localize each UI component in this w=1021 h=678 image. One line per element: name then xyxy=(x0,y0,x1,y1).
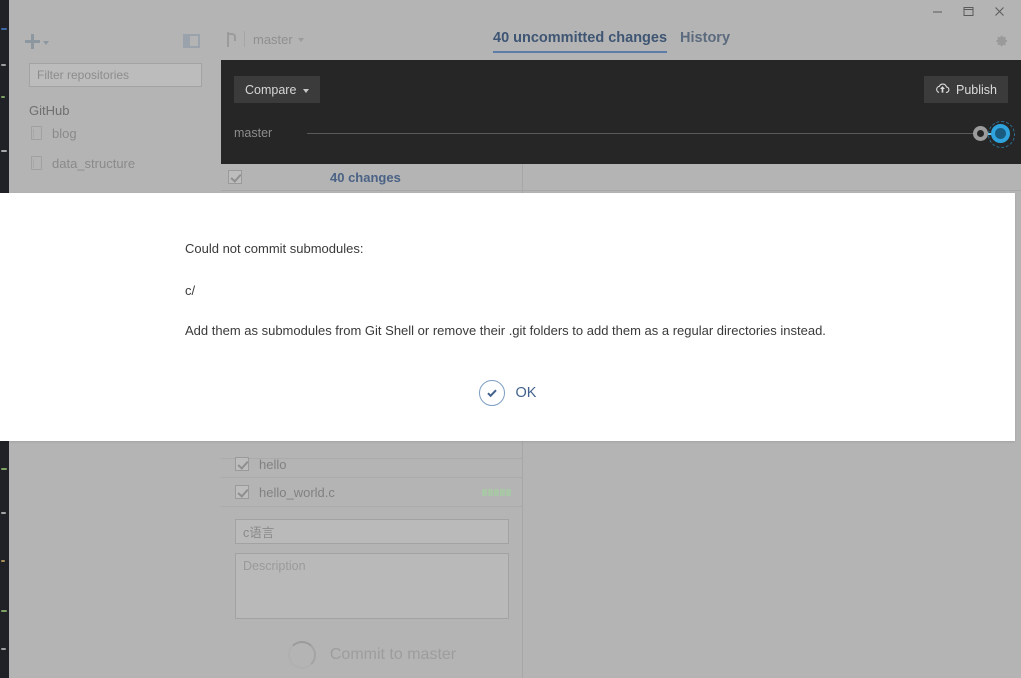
commit-form: c语言 Description Commit to master xyxy=(221,507,522,669)
commit-graph-panel: Compare Publish master xyxy=(221,60,1021,164)
submodule-error-dialog: Could not commit submodules: c/ Add them… xyxy=(0,193,1015,441)
gear-icon[interactable] xyxy=(993,33,1009,49)
diff-indicator xyxy=(482,489,511,496)
window-controls xyxy=(922,0,1015,22)
chevron-down-icon xyxy=(297,38,304,42)
file-checkbox[interactable] xyxy=(235,457,249,471)
chevron-down-icon xyxy=(43,40,49,45)
file-checkbox[interactable] xyxy=(235,485,249,499)
commit-description-input[interactable]: Description xyxy=(235,553,509,619)
commit-node-current[interactable] xyxy=(988,121,1015,148)
close-icon[interactable] xyxy=(984,0,1015,22)
spinner-icon xyxy=(287,641,316,669)
app-root: Filter repositories GitHub blog data_str… xyxy=(0,0,1021,678)
sidebar-group-title: GitHub xyxy=(29,103,70,118)
plus-icon xyxy=(25,33,40,49)
commit-summary-input[interactable]: c语言 xyxy=(235,519,509,544)
commit-button-label: Commit to master xyxy=(329,646,457,663)
tab-uncommitted-changes[interactable]: 40 uncommitted changes xyxy=(493,30,668,53)
sidebar-toggle-icon[interactable] xyxy=(183,34,200,48)
graph-branch-row: master xyxy=(221,121,1021,152)
file-name-label: hello xyxy=(259,456,287,472)
commit-node-previous[interactable] xyxy=(973,126,988,141)
title-bar xyxy=(9,0,1021,22)
sidebar-item-label: data_structure xyxy=(52,155,136,171)
ok-button-label: OK xyxy=(515,384,537,401)
content-tabs: 40 uncommitted changes History xyxy=(493,30,730,53)
filter-repositories-placeholder: Filter repositories xyxy=(37,68,130,82)
filter-repositories-input[interactable]: Filter repositories xyxy=(29,63,202,87)
add-repository-button[interactable] xyxy=(25,33,49,49)
changes-list-header: 40 changes xyxy=(221,164,1021,191)
commit-to-master-button[interactable]: Commit to master xyxy=(235,641,509,669)
chevron-down-icon xyxy=(303,88,310,93)
branch-icon xyxy=(226,31,236,47)
dialog-actions: OK xyxy=(0,379,1015,406)
compare-button[interactable]: Compare xyxy=(234,76,321,103)
graph-branch-line xyxy=(307,133,977,134)
dialog-body: Could not commit submodules: c/ Add them… xyxy=(0,193,1015,406)
compare-button-label: Compare xyxy=(245,82,297,97)
dialog-submodule-path: c/ xyxy=(185,282,196,298)
content-topbar: master 40 uncommitted changes History xyxy=(212,22,1021,60)
repo-icon xyxy=(31,126,42,140)
dialog-message-detail: Add them as submodules from Git Shell or… xyxy=(185,323,826,339)
cloud-upload-icon xyxy=(935,82,950,98)
dialog-message-title: Could not commit submodules: xyxy=(185,241,364,256)
select-all-checkbox[interactable] xyxy=(228,170,242,184)
table-row[interactable]: hello_world.c xyxy=(221,478,522,507)
sidebar-item-blog[interactable]: blog xyxy=(9,118,212,148)
sidebar-item-label: blog xyxy=(52,125,77,141)
commit-description-placeholder: Description xyxy=(243,559,306,573)
publish-button[interactable]: Publish xyxy=(924,76,1008,103)
ok-button[interactable]: OK xyxy=(478,379,537,406)
divider xyxy=(244,31,245,47)
branch-selector-label: master xyxy=(253,31,293,47)
minimize-icon[interactable] xyxy=(922,0,953,22)
maximize-icon[interactable] xyxy=(953,0,984,22)
commit-summary-value: c语言 xyxy=(243,526,275,540)
branch-selector[interactable]: master xyxy=(226,31,304,47)
publish-button-label: Publish xyxy=(956,82,997,97)
check-circle-icon xyxy=(478,379,505,406)
changes-count-label: 40 changes xyxy=(330,169,401,185)
table-row[interactable]: hello xyxy=(221,456,522,478)
sidebar-item-data-structure[interactable]: data_structure xyxy=(9,148,212,178)
tab-history[interactable]: History xyxy=(680,30,730,51)
graph-branch-label: master xyxy=(234,126,273,140)
branch-selector-label-wrap: master xyxy=(253,32,304,47)
file-name-label: hello_world.c xyxy=(259,484,335,500)
repo-icon xyxy=(31,156,42,170)
sidebar-toolbar xyxy=(9,22,212,60)
